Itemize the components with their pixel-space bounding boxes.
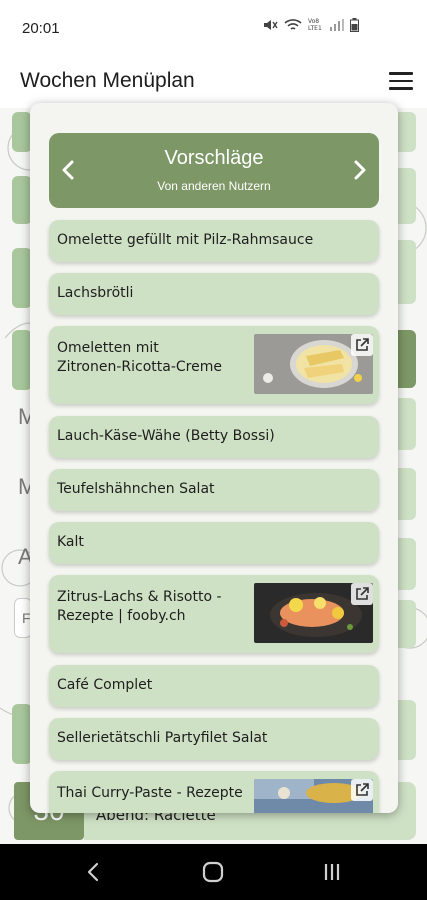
suggestions-dialog: Vorschläge Von anderen Nutzern Omelette … — [30, 103, 398, 813]
suggestion-label: Omelette gefüllt mit Pilz-Rahmsauce — [57, 232, 314, 248]
back-icon[interactable] — [82, 860, 106, 884]
recent-apps-icon[interactable] — [320, 860, 344, 884]
external-link-icon[interactable] — [351, 334, 373, 356]
suggestion-item[interactable]: Café Complet — [49, 665, 379, 707]
next-arrow-icon[interactable] — [345, 155, 375, 185]
bg-day-block — [12, 248, 32, 308]
network-label: Vo8 LTE1 — [308, 18, 322, 32]
suggestion-label: Teufelshähnchen Salat — [57, 481, 215, 497]
suggestion-label: Lachsbrötli — [57, 285, 134, 301]
external-link-icon[interactable] — [351, 583, 373, 605]
suggestion-item[interactable]: Omelette gefüllt mit Pilz-Rahmsauce — [49, 220, 379, 262]
suggestion-item[interactable]: Teufelshähnchen Salat — [49, 469, 379, 511]
home-icon[interactable] — [201, 860, 225, 884]
signal-icon — [330, 19, 344, 31]
suggestion-item[interactable]: Sellerietätschli Partyfilet Salat — [49, 718, 379, 760]
status-bar: 20:01 Vo8 LTE1 — [0, 0, 427, 58]
app-bar: Wochen Menüplan — [0, 58, 427, 108]
status-icons: Vo8 LTE1 — [262, 18, 359, 32]
suggestions-header: Vorschläge Von anderen Nutzern — [49, 133, 379, 208]
suggestion-label: Omeletten mit Zitronen-Ricotta-Creme — [57, 340, 222, 375]
page-title: Wochen Menüplan — [20, 69, 195, 92]
suggestion-label: Thai Curry-Paste - Rezepte — [57, 785, 243, 801]
bg-day-block — [12, 112, 32, 152]
suggestion-item[interactable]: Zitrus-Lachs & Risotto - Rezepte | fooby… — [49, 575, 379, 653]
suggestion-label: Kalt — [57, 534, 84, 550]
suggestion-label: Zitrus-Lachs & Risotto - Rezepte | fooby… — [57, 589, 222, 624]
battery-icon — [350, 18, 359, 32]
mute-icon — [264, 20, 278, 30]
hamburger-menu-icon[interactable] — [389, 72, 413, 92]
suggestion-item[interactable]: Kalt — [49, 522, 379, 564]
suggestions-subtitle: Von anderen Nutzern — [157, 179, 271, 193]
suggestions-title: Vorschläge — [164, 147, 264, 169]
suggestion-label: Café Complet — [57, 677, 153, 693]
suggestion-item[interactable]: Lachsbrötli — [49, 273, 379, 315]
status-time: 20:01 — [22, 20, 60, 37]
suggestion-item[interactable]: Omeletten mit Zitronen-Ricotta-Creme — [49, 326, 379, 404]
system-navigation-bar — [0, 844, 427, 900]
suggestion-label: Lauch-Käse-Wähe (Betty Bossi) — [57, 428, 275, 444]
wifi-icon — [284, 19, 302, 30]
bg-day-block — [12, 330, 32, 390]
suggestion-item[interactable]: Lauch-Käse-Wähe (Betty Bossi) — [49, 416, 379, 458]
suggestion-label: Sellerietätschli Partyfilet Salat — [57, 730, 268, 746]
external-link-icon[interactable] — [351, 779, 373, 801]
suggestion-item[interactable]: Thai Curry-Paste - Rezepte — [49, 771, 379, 813]
bg-day-block — [12, 704, 32, 764]
bg-day-block — [12, 176, 32, 224]
